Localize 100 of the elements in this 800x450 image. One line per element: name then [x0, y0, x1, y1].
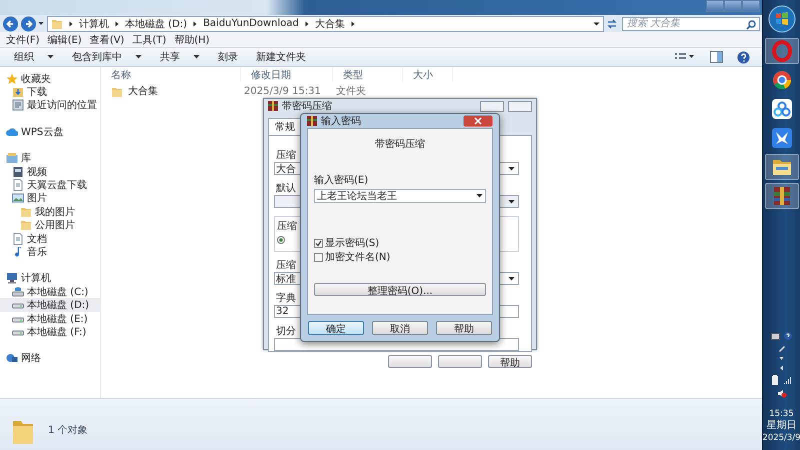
- column-header[interactable]: 类型: [333, 67, 403, 82]
- dialog-button[interactable]: [388, 355, 432, 368]
- navigation-item[interactable]: 公用图片: [0, 218, 100, 232]
- back-button[interactable]: [2, 16, 19, 32]
- caret-icon[interactable]: [593, 20, 600, 28]
- caret-icon: [508, 276, 515, 282]
- toolbar-button[interactable]: 刻录: [212, 49, 244, 65]
- checkbox[interactable]: [314, 252, 323, 262]
- circle-logo-icon: [770, 69, 792, 91]
- navigation-item[interactable]: 下载: [0, 85, 100, 99]
- network-icon: [6, 352, 18, 364]
- breadcrumb-item[interactable]: 计算机: [79, 16, 109, 30]
- address-field[interactable]: 计算机 本地磁盘 (D:) BaiduYunDownload 大合集: [47, 16, 604, 32]
- checkbox-label[interactable]: 显示密码(S): [325, 236, 380, 250]
- toolbar-button[interactable]: 包含到库中: [66, 49, 148, 65]
- navigation-item[interactable]: 文档: [0, 232, 100, 246]
- chevron-icon: [113, 20, 121, 28]
- navigation-item[interactable]: 本地磁盘 (E:): [0, 312, 100, 326]
- checkbox[interactable]: [314, 238, 323, 248]
- toolbar-button[interactable]: 新建文件夹: [250, 49, 312, 65]
- navigation-item[interactable]: 视频: [0, 164, 100, 178]
- signal-icon[interactable]: [783, 376, 792, 384]
- drive-icon: [12, 286, 24, 298]
- dialog-button[interactable]: 帮助: [436, 321, 492, 335]
- chevron-icon: [67, 20, 75, 28]
- dialog-heading: 带密码压缩: [375, 138, 425, 151]
- close-button[interactable]: [508, 100, 532, 112]
- caret-icon: [508, 166, 515, 172]
- column-header[interactable]: 修改日期: [241, 67, 333, 82]
- clock[interactable]: 15:35 星期日 2025/3/9: [762, 408, 800, 444]
- column-header[interactable]: 名称: [101, 67, 241, 82]
- navigation-item[interactable]: 音乐: [0, 245, 100, 259]
- caret-icon: [508, 198, 515, 204]
- dialog-button[interactable]: 取消: [372, 321, 428, 335]
- breadcrumb-item[interactable]: 本地磁盘 (D:): [125, 16, 188, 30]
- forward-button[interactable]: [20, 16, 37, 32]
- cloud-icon: [6, 126, 18, 138]
- dialog-button[interactable]: 确定: [308, 321, 364, 335]
- radio-button[interactable]: [277, 236, 285, 244]
- start-button[interactable]: [768, 5, 796, 33]
- manage-passwords-button[interactable]: 整理密码(O)...: [314, 283, 486, 296]
- refresh-icon[interactable]: [605, 16, 619, 30]
- close-button[interactable]: [463, 115, 493, 127]
- computer-icon: [6, 272, 18, 284]
- navigation-item[interactable]: 本地磁盘 (C:): [0, 285, 100, 298]
- caret-icon: [476, 193, 483, 199]
- clock-time: 15:35: [769, 408, 794, 420]
- battery-icon[interactable]: [771, 375, 779, 385]
- password-field[interactable]: 上老王论坛当老王: [314, 189, 486, 203]
- navigation-item[interactable]: 收藏夹: [0, 72, 100, 86]
- help-button[interactable]: [480, 100, 504, 112]
- field-label: 字典: [275, 292, 296, 303]
- navigation-item[interactable]: 最近访问的位置: [0, 98, 100, 112]
- navigation-item[interactable]: 本地磁盘 (D:): [0, 298, 100, 312]
- caret-icon[interactable]: [779, 356, 784, 361]
- library-icon: [6, 152, 18, 164]
- navigation-item[interactable]: WPS云盘: [0, 125, 100, 139]
- ring-icon: [770, 40, 792, 62]
- navigation-item[interactable]: 天翼云盘下载: [0, 178, 100, 192]
- search-icon: [746, 20, 756, 30]
- help-button[interactable]: 帮助: [488, 355, 532, 368]
- dialog-title: 带密码压缩: [282, 100, 332, 113]
- help-icon[interactable]: [737, 50, 750, 64]
- navigation-item[interactable]: 我的图片: [0, 205, 100, 219]
- navigation-item[interactable]: 图片: [0, 192, 100, 206]
- archive-icon: [268, 101, 278, 111]
- toolbar-button[interactable]: 组织: [8, 49, 60, 65]
- arrow-icon[interactable]: [779, 365, 784, 371]
- menu-item[interactable]: 编辑(E): [48, 32, 82, 46]
- menu-item[interactable]: 工具(T): [132, 32, 166, 46]
- field-label: 切分: [275, 324, 296, 336]
- music-note-icon: [12, 246, 24, 258]
- menu-item[interactable]: 文件(F): [6, 32, 40, 46]
- cloud-icon: [770, 98, 792, 120]
- field-label: 压缩: [275, 148, 296, 160]
- navigation-item[interactable]: 计算机: [0, 272, 100, 286]
- column-header[interactable]: 大小: [403, 67, 453, 82]
- breadcrumb-item[interactable]: 大合集: [314, 16, 345, 30]
- pen-icon[interactable]: [778, 344, 786, 352]
- menu-item[interactable]: 查看(V): [90, 32, 124, 46]
- breadcrumb-item[interactable]: BaiduYunDownload: [203, 18, 299, 29]
- navigation-item[interactable]: 网络: [0, 352, 100, 366]
- field-label: 默认: [275, 182, 296, 193]
- dialog-title: 输入密码: [321, 114, 361, 128]
- navigation-item[interactable]: 库: [0, 152, 100, 165]
- view-options-icon[interactable]: [674, 52, 696, 62]
- speaker-muted-icon[interactable]: [776, 389, 786, 398]
- navigation-item[interactable]: 本地磁盘 (F:): [0, 325, 100, 339]
- dialog-button[interactable]: [438, 355, 482, 368]
- checkbox-label[interactable]: 加密文件名(N): [325, 250, 390, 264]
- search-field[interactable]: 搜索 大合集: [622, 16, 760, 30]
- help-icon[interactable]: [784, 332, 792, 340]
- bird-icon: [770, 127, 792, 149]
- preview-pane-icon[interactable]: [710, 51, 723, 63]
- keyboard-icon[interactable]: [771, 332, 780, 340]
- tab[interactable]: 常规: [268, 118, 302, 135]
- toolbar-button[interactable]: 共享: [154, 49, 206, 65]
- menu-item[interactable]: 帮助(H): [174, 32, 210, 46]
- document-icon: [12, 232, 24, 245]
- file-name[interactable]: 大合集: [101, 85, 241, 99]
